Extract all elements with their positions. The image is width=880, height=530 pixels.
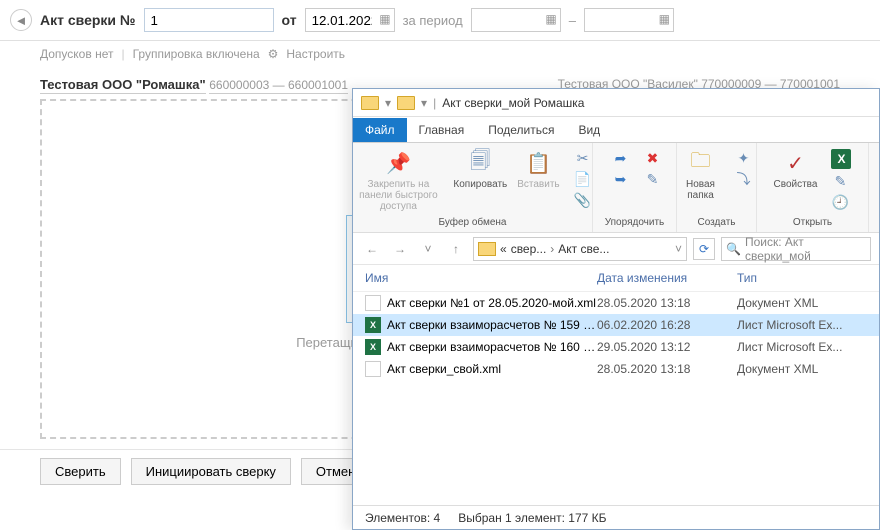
copy-to-icon[interactable]: ➥ bbox=[612, 170, 630, 188]
xml-file-icon bbox=[365, 295, 381, 311]
xml-file-icon bbox=[365, 361, 381, 377]
file-name: Акт сверки взаиморасчетов № 159 от 1... bbox=[387, 318, 597, 332]
tab-home[interactable]: Главная bbox=[407, 118, 477, 142]
back-button[interactable]: ◄ bbox=[10, 9, 32, 31]
file-name: Акт сверки_свой.xml bbox=[387, 362, 597, 376]
folder-icon bbox=[361, 96, 379, 110]
file-type: Лист Microsoft Ex... bbox=[737, 340, 867, 354]
calendar-icon[interactable]: ▦ bbox=[379, 12, 390, 26]
move-to-icon[interactable]: ➦ bbox=[612, 149, 630, 167]
pin-icon: 📌 bbox=[384, 149, 412, 177]
history-icon[interactable]: 🕘 bbox=[831, 193, 849, 211]
tab-file[interactable]: Файл bbox=[353, 118, 407, 142]
new-item-icon[interactable]: ✦ bbox=[735, 149, 753, 167]
file-modified: 29.05.2020 13:12 bbox=[597, 340, 737, 354]
paste-icon: 📋 bbox=[524, 149, 552, 177]
no-access-text: Допусков нет bbox=[40, 47, 113, 61]
quick-access-dropdown-icon[interactable]: ▾ bbox=[385, 96, 391, 110]
status-count: Элементов: 4 bbox=[365, 511, 440, 525]
easy-access-icon[interactable]: ⤵ bbox=[735, 170, 753, 188]
clipboard-group-label: Буфер обмена bbox=[439, 215, 507, 230]
column-name[interactable]: Имя bbox=[365, 271, 597, 285]
doc-number-input[interactable] bbox=[144, 8, 274, 32]
from-label: от bbox=[282, 12, 297, 28]
paste-button[interactable]: 📋 Вставить bbox=[517, 149, 559, 190]
nav-recent-dropdown[interactable]: ˅ bbox=[417, 238, 439, 260]
tab-view[interactable]: Вид bbox=[566, 118, 612, 142]
file-row[interactable]: Акт сверки_свой.xml28.05.2020 13:18Докум… bbox=[353, 358, 879, 380]
rename-icon[interactable]: ✎ bbox=[644, 170, 662, 188]
gear-icon[interactable]: ⚙ bbox=[268, 47, 279, 61]
tab-share[interactable]: Поделиться bbox=[476, 118, 566, 142]
delete-icon[interactable]: ✖ bbox=[644, 149, 662, 167]
paste-shortcut-icon[interactable]: 📎 bbox=[574, 191, 592, 209]
excel-file-icon: X bbox=[365, 339, 381, 355]
create-group-label: Создать bbox=[697, 215, 735, 230]
open-group-label: Открыть bbox=[793, 215, 832, 230]
properties-icon: ✓ bbox=[781, 149, 809, 177]
nav-forward-button[interactable]: → bbox=[389, 238, 411, 260]
file-explorer-window: ▾ ▾ | Акт сверки_мой Ромашка Файл Главна… bbox=[352, 88, 880, 530]
nav-up-button[interactable]: ↑ bbox=[445, 238, 467, 260]
company-left-name: Тестовая ООО "Ромашка" bbox=[40, 77, 206, 94]
file-name: Акт сверки №1 от 28.05.2020-мой.xml bbox=[387, 296, 597, 310]
configure-link[interactable]: Настроить bbox=[286, 47, 345, 61]
chevron-down-icon[interactable]: ˅ bbox=[675, 242, 682, 256]
organize-group-label: Упорядочить bbox=[605, 215, 665, 230]
calendar-icon[interactable]: ▦ bbox=[545, 12, 556, 26]
excel-file-icon: X bbox=[365, 317, 381, 333]
calendar-icon[interactable]: ▦ bbox=[659, 12, 670, 26]
period-label: за период bbox=[403, 13, 463, 28]
copy-button[interactable]: 🗐 Копировать bbox=[453, 149, 507, 190]
grouping-text: Группировка включена bbox=[133, 47, 260, 61]
nav-back-button[interactable]: ← bbox=[361, 238, 383, 260]
dash: – bbox=[569, 13, 576, 28]
file-name: Акт сверки взаиморасчетов № 160 от 1... bbox=[387, 340, 597, 354]
folder-icon bbox=[397, 96, 415, 110]
column-type[interactable]: Тип bbox=[737, 271, 867, 285]
file-modified: 28.05.2020 13:18 bbox=[597, 296, 737, 310]
breadcrumb[interactable]: « свер... › Акт све... ˅ bbox=[473, 237, 687, 261]
search-icon: 🔍 bbox=[726, 242, 741, 256]
file-row[interactable]: X Акт сверки взаиморасчетов № 160 от 1...… bbox=[353, 336, 879, 358]
file-row[interactable]: Акт сверки №1 от 28.05.2020-мой.xml28.05… bbox=[353, 292, 879, 314]
search-input[interactable]: 🔍 Поиск: Акт сверки_мой bbox=[721, 237, 871, 261]
edit-icon[interactable]: ✎ bbox=[831, 172, 849, 190]
copy-icon: 🗐 bbox=[466, 149, 494, 177]
column-modified[interactable]: Дата изменения bbox=[597, 271, 737, 285]
doc-title-label: Акт сверки № bbox=[40, 12, 136, 28]
file-modified: 28.05.2020 13:18 bbox=[597, 362, 737, 376]
company-left-codes: 660000003 — 660001001 bbox=[209, 78, 348, 94]
verify-button[interactable]: Сверить bbox=[40, 458, 121, 485]
copy-path-icon[interactable]: 📄 bbox=[574, 170, 592, 188]
file-modified: 06.02.2020 16:28 bbox=[597, 318, 737, 332]
folder-icon bbox=[478, 242, 496, 256]
file-type: Лист Microsoft Ex... bbox=[737, 318, 867, 332]
excel-program-icon[interactable]: X bbox=[831, 149, 851, 169]
file-type: Документ XML bbox=[737, 296, 867, 310]
status-selected: Выбран 1 элемент: 177 КБ bbox=[458, 511, 606, 525]
file-row[interactable]: X Акт сверки взаиморасчетов № 159 от 1...… bbox=[353, 314, 879, 336]
explorer-title: Акт сверки_мой Ромашка bbox=[442, 96, 584, 110]
new-folder-button[interactable]: 🗀 Новая папка bbox=[681, 149, 721, 201]
file-type: Документ XML bbox=[737, 362, 867, 376]
properties-button[interactable]: ✓ Свойства bbox=[774, 149, 818, 190]
refresh-button[interactable]: ⟳ bbox=[693, 238, 715, 260]
new-folder-icon: 🗀 bbox=[687, 149, 715, 177]
cut-icon[interactable]: ✂ bbox=[574, 149, 592, 167]
init-verification-button[interactable]: Инициировать сверку bbox=[131, 458, 291, 485]
pin-button[interactable]: 📌 Закрепить на панели быстрого доступа bbox=[353, 149, 443, 212]
